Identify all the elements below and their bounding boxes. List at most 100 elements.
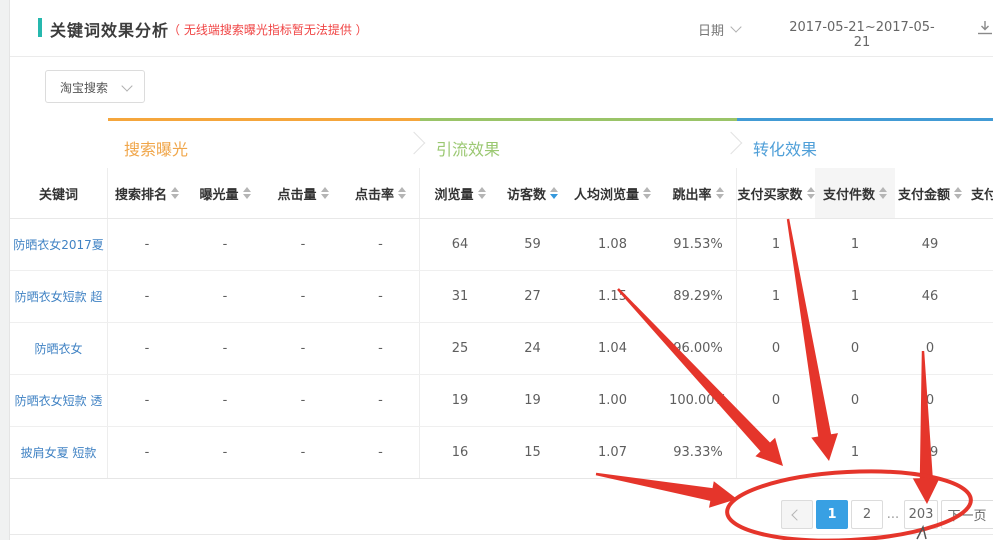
cell: - [264, 323, 342, 374]
title-note: （ 无线端搜索曝光指标暂无法提供 ） [168, 21, 368, 38]
table-header-row: 关键词 搜索排名 曝光量 点击量 点击率 浏览量 访客数 人均浏览量 跳出率 支… [10, 168, 993, 219]
channel-select[interactable]: 淘宝搜索 [45, 70, 145, 103]
cell: 46 [895, 271, 965, 322]
title-accent-bar [38, 18, 42, 37]
sort-icon[interactable] [643, 187, 651, 199]
col-header-visitors[interactable]: 访客数 [500, 168, 565, 218]
keyword-link[interactable]: 披肩女夏 短款 [10, 427, 108, 478]
cell [965, 219, 993, 270]
sort-icon[interactable] [807, 187, 815, 199]
col-header-ctr[interactable]: 点击率 [342, 168, 420, 218]
chevron-right-icon [989, 509, 993, 520]
cell: 19 [420, 375, 500, 426]
cell: 1.07 [565, 427, 660, 478]
col-header-paid-amount[interactable]: 支付金额 [895, 168, 965, 218]
column-group-row: 搜索曝光 引流效果 转化效果 [10, 118, 993, 168]
cell: - [186, 219, 264, 270]
pagination-page-1[interactable]: 1 [816, 500, 848, 529]
group-spacer [10, 118, 108, 168]
pagination-ellipsis: ... [883, 500, 903, 529]
sort-icon[interactable] [478, 187, 486, 199]
cell: 1 [815, 427, 895, 478]
cell: 31 [420, 271, 500, 322]
group-search-exposure: 搜索曝光 [108, 118, 420, 168]
table-row: 防晒衣女 - - - - 25 24 1.04 96.00% 0 0 0 [10, 323, 993, 375]
cell: 1 [815, 219, 895, 270]
keyword-analysis-panel: 关键词效果分析 （ 无线端搜索曝光指标暂无法提供 ） 日期 2017-05-21… [0, 0, 993, 540]
chevron-left-icon [791, 509, 802, 520]
pagination-page-2[interactable]: 2 [851, 500, 883, 529]
next-label: 下一页 [947, 505, 986, 524]
cell: - [342, 271, 420, 322]
sort-icon[interactable] [171, 187, 179, 199]
cell: - [186, 271, 264, 322]
cell: 24 [500, 323, 565, 374]
table-row: 防晒衣女短款 透 - - - - 19 19 1.00 100.00% 0 0 … [10, 375, 993, 427]
chevron-down-icon[interactable] [730, 21, 741, 32]
col-header-bounce-rate[interactable]: 跳出率 [660, 168, 737, 218]
keyword-link[interactable]: 防晒衣女短款 透 [10, 375, 108, 426]
col-label: 搜索排名 [115, 184, 167, 203]
cell: 100.00% [660, 375, 737, 426]
sort-icon[interactable] [243, 187, 251, 199]
table-row: 防晒衣女2017夏 - - - - 64 59 1.08 91.53% 1 1 … [10, 219, 993, 271]
cell: 1 [737, 219, 815, 270]
col-label: 点击率 [355, 184, 394, 203]
col-header-clicks[interactable]: 点击量 [264, 168, 342, 218]
table-row: 防晒衣女短款 超 - - - - 31 27 1.15 89.29% 1 1 4… [10, 271, 993, 323]
col-header-pageviews[interactable]: 浏览量 [420, 168, 500, 218]
col-header-exposure[interactable]: 曝光量 [186, 168, 264, 218]
col-label: 支付转化率 [971, 184, 993, 203]
sort-icon-active[interactable] [550, 187, 558, 199]
group-traffic-effect: 引流效果 [420, 118, 737, 168]
cell: 15 [500, 427, 565, 478]
pagination-next-button[interactable]: 下一页 [941, 500, 993, 529]
cell: 1.08 [565, 219, 660, 270]
download-icon[interactable] [976, 20, 993, 36]
cell: 0 [895, 323, 965, 374]
chevron-down-icon [121, 80, 132, 91]
date-filter-label[interactable]: 日期 [698, 20, 724, 39]
sort-icon[interactable] [321, 187, 329, 199]
cell: - [342, 219, 420, 270]
cell: - [342, 375, 420, 426]
sort-icon[interactable] [954, 187, 962, 199]
pagination-page-203[interactable]: 203 [904, 500, 938, 529]
panel-header: 关键词效果分析 （ 无线端搜索曝光指标暂无法提供 ） 日期 2017-05-21… [10, 0, 993, 57]
cell: 1 [737, 427, 815, 478]
table-row: 披肩女夏 短款 - - - - 16 15 1.07 93.33% 1 1 49 [10, 427, 993, 479]
cell: 16 [420, 427, 500, 478]
cell: 1 [737, 271, 815, 322]
cell: - [264, 219, 342, 270]
col-header-paid-items[interactable]: 支付件数 [815, 168, 895, 218]
pagination-prev-button[interactable] [781, 500, 813, 529]
col-label: 支付金额 [898, 184, 950, 203]
cell: 0 [895, 375, 965, 426]
cell: - [342, 323, 420, 374]
col-header-paying-buyers[interactable]: 支付买家数 [737, 168, 815, 218]
keyword-link[interactable]: 防晒衣女2017夏 [10, 219, 108, 270]
sort-icon[interactable] [398, 187, 406, 199]
col-header-pay-conversion[interactable]: 支付转化率 [965, 168, 993, 218]
col-header-search-rank[interactable]: 搜索排名 [108, 168, 186, 218]
col-header-avg-pageviews[interactable]: 人均浏览量 [565, 168, 660, 218]
col-label: 支付件数 [823, 184, 875, 203]
cell: 64 [420, 219, 500, 270]
col-label: 支付买家数 [737, 184, 802, 203]
cell [965, 427, 993, 478]
cell: 25 [420, 323, 500, 374]
cell: - [342, 427, 420, 478]
keyword-link[interactable]: 防晒衣女短款 超 [10, 271, 108, 322]
page-title: 关键词效果分析 [50, 17, 169, 41]
date-range-value[interactable]: 2017-05-21~2017-05-21 [782, 20, 942, 50]
col-label: 曝光量 [199, 184, 238, 203]
cell [965, 323, 993, 374]
cell: - [108, 219, 186, 270]
cell: 1.00 [565, 375, 660, 426]
cell: 91.53% [660, 219, 737, 270]
cell: 0 [737, 323, 815, 374]
sort-icon[interactable] [716, 187, 724, 199]
keyword-link[interactable]: 防晒衣女 [10, 323, 108, 374]
sort-icon[interactable] [879, 187, 887, 199]
cell: 0 [815, 323, 895, 374]
